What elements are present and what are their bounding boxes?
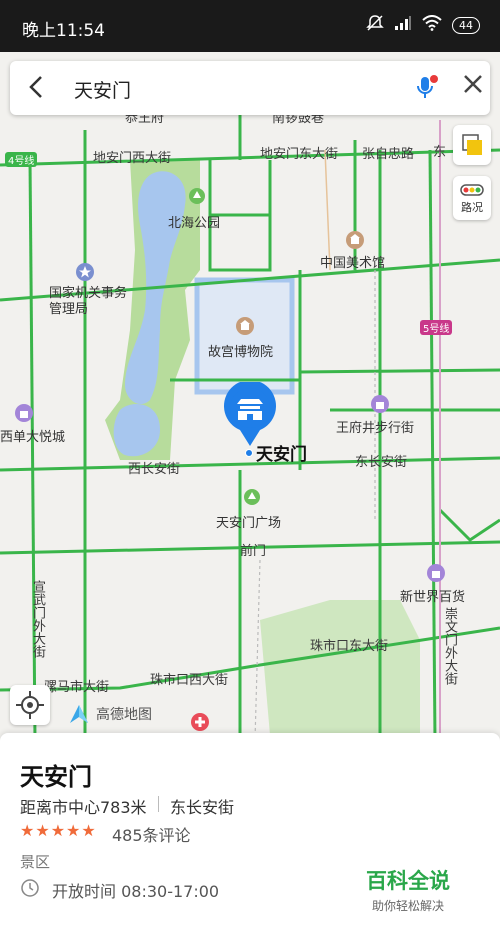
watermark: 百科全说 助你轻松解决 [366, 865, 450, 914]
road-label-dianmen-east: 地安门东大街 [260, 147, 339, 162]
traffic-button[interactable]: 路况 [453, 176, 491, 220]
road-label-dianmen-west: 地安门西大街 [93, 151, 172, 166]
poi-meishuguan: 中国美术馆 [320, 256, 386, 271]
layers-icon [462, 134, 482, 155]
place-street: 东长安街 [170, 798, 235, 817]
watermark-main: 百科全说 [366, 869, 450, 893]
clock-icon [20, 878, 40, 902]
signal-icon [394, 15, 412, 36]
road-label-qianmen: 前门 [240, 544, 267, 559]
subway-line5-badge: 5号线 [420, 320, 453, 335]
road-label-zhushikou-east: 珠市口东大街 [310, 639, 389, 654]
poi-xinshijie: 新世界百货 [400, 590, 466, 605]
microphone-icon [417, 75, 438, 98]
road-label-zhushikou-west: 珠市口西大街 [150, 673, 229, 688]
traffic-label: 路况 [461, 201, 483, 214]
amap-logo: 高德地图 [68, 703, 152, 725]
place-detail-sheet[interactable]: 天安门 距离市中心783米 东长安街 ★★★★★ 485条评论 景区 开放时间 … [0, 733, 500, 939]
amap-logo-text: 高德地图 [96, 707, 152, 723]
poi-gugong: 故宫博物院 [208, 345, 274, 360]
place-category: 景区 [20, 853, 51, 871]
wifi-icon [422, 15, 442, 36]
map-view[interactable]: 地安门西大街 地安门东大街 张自忠路 东 恭王府 南锣鼓巷 4号线 5号线 北海… [0, 52, 500, 740]
status-bar: 晚上11:54 44 [0, 0, 500, 52]
review-count[interactable]: 485条评论 [112, 822, 191, 846]
amap-logo-icon [70, 705, 88, 723]
watermark-sub: 助你轻松解决 [371, 899, 444, 913]
poi-jiguan: 国家机关事务管理局 [49, 286, 128, 317]
poi-tiananmen: 天安门 [256, 445, 307, 465]
status-time: 晚上11:54 [22, 21, 105, 41]
subway-line4-badge: 4号线 [5, 152, 38, 167]
divider [158, 796, 159, 812]
road-label-luomashi: 骡马市大街 [44, 680, 110, 695]
road-label-dong: 东 [433, 145, 447, 160]
layers-button[interactable] [453, 125, 491, 165]
status-icons: 44 [366, 14, 480, 37]
battery-indicator: 44 [452, 17, 480, 34]
crosshair-icon [16, 691, 44, 719]
voice-search-button[interactable] [414, 75, 440, 105]
locate-me-button[interactable] [10, 685, 50, 725]
poi-xidan: 西单大悦城 [0, 430, 66, 445]
close-icon [464, 75, 482, 93]
clear-search-button[interactable] [462, 72, 484, 102]
poi-beihai: 北海公园 [168, 216, 221, 231]
traffic-light-icon [460, 184, 484, 196]
chevron-left-icon [29, 76, 42, 98]
place-name: 天安门 [20, 763, 92, 791]
tiananmen-dot [245, 449, 253, 457]
mute-icon [366, 14, 384, 37]
opening-hours: 开放时间 08:30-17:00 [52, 882, 220, 901]
road-label-xichangan: 西长安街 [128, 462, 181, 477]
road-label-xuanwumen: 宣武门外大街 [30, 580, 45, 658]
search-query[interactable]: 天安门 [74, 76, 131, 103]
road-label-dongchangan: 东长安街 [355, 455, 408, 470]
search-bar[interactable]: 天安门 [10, 61, 490, 115]
place-distance: 距离市中心783米 [20, 798, 147, 817]
rating-stars: ★★★★★ [20, 821, 97, 840]
back-button[interactable] [28, 74, 44, 106]
road-label-zhangzizhong: 张自忠路 [362, 147, 415, 162]
poi-guangchang: 天安门广场 [216, 516, 282, 531]
road-label-chongwenmen: 崇文门外大街 [442, 607, 457, 685]
road-label-wangfujing: 王府井步行街 [336, 421, 415, 436]
